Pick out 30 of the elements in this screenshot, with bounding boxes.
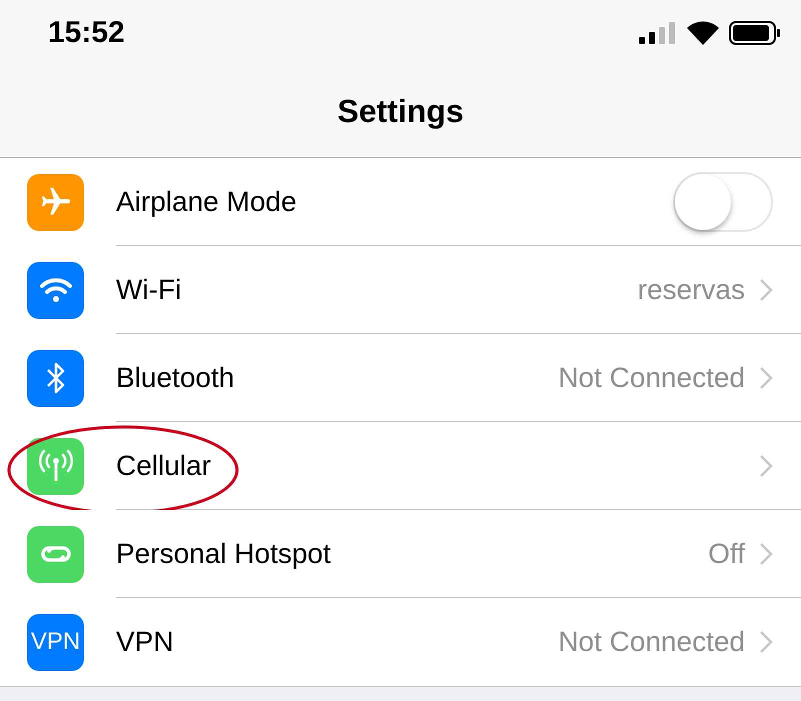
chevron-icon — [759, 542, 773, 566]
status-time: 15:52 — [48, 15, 125, 51]
chevron-icon — [759, 454, 773, 478]
icon-label: VPN — [30, 630, 80, 654]
row-label: Airplane Mode — [116, 184, 298, 219]
settings-row[interactable]: VPN VPN Not Connected — [0, 598, 801, 686]
row-label: Wi-Fi — [116, 272, 182, 306]
antenna-icon — [38, 449, 74, 483]
battery-icon — [729, 20, 781, 44]
row-value: Not Connected — [558, 625, 745, 659]
chevron-icon — [759, 278, 773, 302]
row-label: Cellular — [116, 448, 212, 482]
chevron-icon — [759, 630, 773, 654]
wifi-icon — [687, 20, 719, 44]
row-value: Off — [708, 536, 745, 570]
page-title: Settings — [337, 92, 464, 131]
settings-row[interactable]: Cellular — [0, 422, 801, 510]
row-label: Personal Hotspot — [116, 536, 332, 571]
row-value: Not Connected — [558, 360, 745, 394]
settings-row[interactable]: Wi-Fi reservas — [0, 246, 801, 334]
row-label: VPN — [116, 625, 175, 659]
signal-icon — [639, 22, 677, 44]
chevron-icon — [759, 366, 773, 390]
settings-row[interactable]: Personal Hotspot Off — [0, 510, 801, 598]
row-value: reservas — [638, 272, 745, 306]
settings-row[interactable]: Bluetooth Not Connected — [0, 334, 801, 422]
row-label: Bluetooth — [116, 360, 236, 394]
bluetooth-icon — [44, 360, 66, 396]
settings-row[interactable]: Airplane Mode — [0, 158, 801, 246]
toggle-switch[interactable] — [673, 172, 773, 232]
